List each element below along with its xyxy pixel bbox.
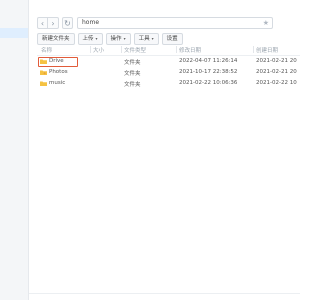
new-folder-label: 新建文件夹 [42, 36, 70, 42]
file-name: Drive [49, 58, 64, 64]
folder-icon [40, 59, 47, 64]
chevron-right-icon: › [51, 18, 55, 28]
sidebar-item-selected[interactable] [0, 28, 28, 38]
caret-down-icon: ▾ [95, 36, 98, 41]
action-label: 操作 [110, 36, 122, 42]
file-type: 文件夹 [124, 71, 141, 77]
tools-label: 工具 [138, 36, 150, 42]
file-created: 2021-02-21 20 [256, 58, 297, 64]
sidebar [0, 0, 29, 300]
file-row-photos[interactable]: Photos 文件夹 2021-10-17 22:38:52 2021-02-2… [37, 67, 300, 78]
column-header-modified[interactable]: 修改日期 [179, 46, 201, 54]
file-list: Drive 文件夹 2022-04-07 11:26:14 2021-02-21… [37, 56, 300, 89]
chevron-left-icon: ‹ [40, 18, 45, 28]
file-name: Photos [49, 69, 68, 75]
new-folder-button[interactable]: 新建文件夹 [37, 33, 75, 45]
upload-label: 上传 [82, 36, 94, 42]
column-header-created[interactable]: 创建日期 [256, 46, 278, 54]
main-panel: ‹ › ↻ home ★ 新建文件夹 上传 ▾ 操作 ▾ 工具 ▾ 设置 名称 … [29, 0, 300, 300]
file-station-window: ‹ › ↻ home ★ 新建文件夹 上传 ▾ 操作 ▾ 工具 ▾ 设置 名称 … [0, 0, 300, 300]
upload-button[interactable]: 上传 ▾ [77, 33, 103, 45]
status-divider [29, 293, 300, 294]
file-list-header: 名称 大小 文件类型 修改日期 创建日期 [37, 45, 300, 56]
tools-button[interactable]: 工具 ▾ [133, 33, 159, 45]
column-divider[interactable] [90, 46, 91, 53]
path-value: home [82, 19, 100, 26]
path-input[interactable]: home ★ [77, 17, 273, 29]
file-modified: 2021-10-17 22:38:52 [179, 69, 238, 75]
file-modified: 2022-04-07 11:26:14 [179, 58, 238, 64]
file-created: 2021-02-22 10 [256, 80, 297, 86]
settings-button[interactable]: 设置 [161, 33, 183, 45]
toolbar: 新建文件夹 上传 ▾ 操作 ▾ 工具 ▾ 设置 [37, 33, 183, 45]
file-type: 文件夹 [124, 82, 141, 88]
caret-down-icon: ▾ [151, 36, 154, 41]
column-header-name[interactable]: 名称 [41, 46, 52, 54]
photo-folder-icon [40, 70, 47, 75]
file-created: 2021-02-21 20 [256, 69, 297, 75]
file-type: 文件夹 [124, 60, 141, 66]
back-button[interactable]: ‹ [37, 17, 48, 29]
column-divider[interactable] [176, 46, 177, 53]
path-bar: ‹ › ↻ home ★ [37, 16, 273, 30]
file-name: music [49, 80, 66, 86]
refresh-icon: ↻ [64, 18, 71, 28]
column-header-size[interactable]: 大小 [93, 46, 104, 54]
file-modified: 2021-02-22 10:06:36 [179, 80, 238, 86]
refresh-button[interactable]: ↻ [62, 17, 73, 29]
folder-icon [40, 81, 47, 86]
settings-label: 设置 [166, 36, 178, 42]
column-divider[interactable] [121, 46, 122, 53]
action-button[interactable]: 操作 ▾ [105, 33, 131, 45]
file-row-drive[interactable]: Drive 文件夹 2022-04-07 11:26:14 2021-02-21… [37, 56, 300, 67]
caret-down-icon: ▾ [123, 36, 126, 41]
column-header-type[interactable]: 文件类型 [124, 46, 146, 54]
column-divider[interactable] [253, 46, 254, 53]
star-icon[interactable]: ★ [263, 18, 269, 28]
file-row-music[interactable]: music 文件夹 2021-02-22 10:06:36 2021-02-22… [37, 78, 300, 89]
forward-button[interactable]: › [48, 17, 59, 29]
